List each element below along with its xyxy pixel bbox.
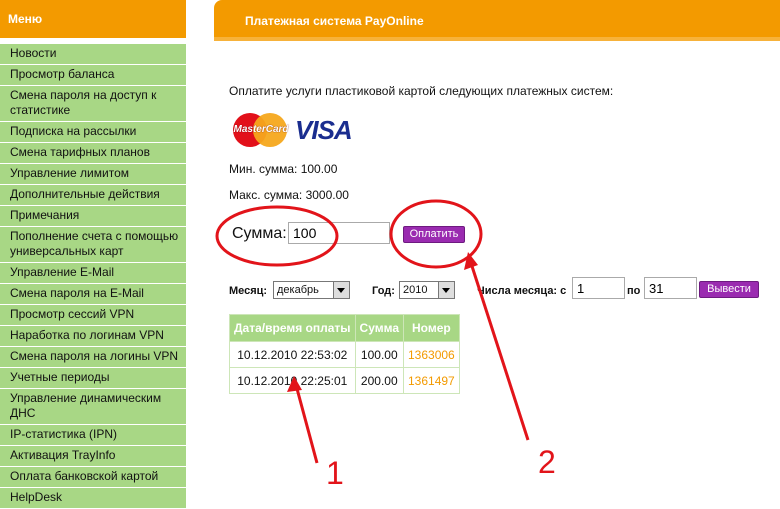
sidebar-item-notes[interactable]: Примечания (0, 206, 186, 227)
sidebar-item-email-password[interactable]: Смена пароля на E-Mail (0, 284, 186, 305)
sidebar-item-news[interactable]: Новости (0, 44, 186, 65)
annotation-label-2: 2 (538, 444, 556, 480)
column-header-datetime: Дата/время оплаты (229, 314, 356, 342)
cell-sum: 100.00 (354, 341, 405, 368)
sidebar-item-periods[interactable]: Учетные периоды (0, 368, 186, 389)
filters-row: Месяц: декабрь Год: 2010 Числа месяца: с… (229, 277, 780, 305)
sidebar-item-vpn-password[interactable]: Смена пароля на логины VPN (0, 347, 186, 368)
sidebar-item-email-management[interactable]: Управление E-Mail (0, 263, 186, 284)
cell-number: 1361497 (403, 367, 460, 394)
to-label: по (627, 285, 641, 297)
sidebar-item-tariff-plans[interactable]: Смена тарифных планов (0, 143, 186, 164)
pay-button[interactable]: Оплатить (403, 226, 465, 243)
page-header-bar: Платежная система PayOnline (214, 0, 780, 41)
sidebar-item-limit[interactable]: Управление лимитом (0, 164, 186, 185)
sidebar-item-extra-actions[interactable]: Дополнительные действия (0, 185, 186, 206)
annotation-label-1: 1 (326, 455, 344, 491)
header-underline (214, 37, 780, 41)
sidebar-item-card-payment[interactable]: Оплата банковской картой (0, 467, 186, 488)
cell-sum: 200.00 (354, 367, 405, 394)
sidebar-item-balance[interactable]: Просмотр баланса (0, 65, 186, 86)
chevron-down-icon[interactable] (333, 282, 349, 298)
day-from-input[interactable] (572, 277, 625, 299)
page-title: Платежная система PayOnline (245, 14, 424, 28)
cell-number: 1363006 (403, 341, 460, 368)
year-select-value: 2010 (403, 284, 428, 296)
show-button[interactable]: Вывести (699, 281, 759, 298)
column-header-number: Номер (403, 314, 460, 342)
min-sum-text: Мин. сумма: 100.00 (229, 162, 338, 176)
table-row: 10.12.2010 22:25:01 200.00 1361497 (229, 367, 460, 394)
sidebar-item-helpdesk[interactable]: HelpDesk (0, 488, 186, 509)
month-select[interactable]: декабрь (273, 281, 350, 299)
sidebar-item-vpn-sessions[interactable]: Просмотр сессий VPN (0, 305, 186, 326)
sidebar-menu: Новости Просмотр баланса Смена пароля на… (0, 44, 186, 509)
table-row: 10.12.2010 22:53:02 100.00 1363006 (229, 341, 460, 368)
sidebar-item-ipn-stats[interactable]: IP-статистика (IPN) (0, 425, 186, 446)
max-sum-text: Макс. сумма: 3000.00 (229, 188, 349, 202)
chevron-down-icon[interactable] (438, 282, 454, 298)
card-logos: MasterCard VISA (233, 113, 355, 147)
mastercard-logo-text: MasterCard (233, 124, 289, 135)
annotation-arrowhead-2 (464, 252, 478, 270)
sum-label: Сумма: (232, 225, 287, 242)
month-select-value: декабрь (277, 284, 319, 296)
day-to-input[interactable] (644, 277, 697, 299)
sidebar-item-vpn-usage[interactable]: Наработка по логинам VPN (0, 326, 186, 347)
year-select[interactable]: 2010 (399, 281, 455, 299)
sidebar-item-trayinfo[interactable]: Активация TrayInfo (0, 446, 186, 467)
column-header-sum: Сумма (354, 314, 405, 342)
cell-datetime: 10.12.2010 22:25:01 (229, 367, 356, 394)
sidebar-header: Меню (0, 0, 186, 38)
month-label: Месяц: (229, 285, 268, 297)
sum-input[interactable] (288, 222, 390, 244)
table-header-row: Дата/время оплаты Сумма Номер (229, 314, 460, 342)
days-label: Числа месяца: с (477, 285, 567, 297)
sidebar-item-universal-cards[interactable]: Пополнение счета с помощью универсальных… (0, 227, 186, 263)
payments-table: Дата/время оплаты Сумма Номер 10.12.2010… (229, 314, 460, 394)
intro-text: Оплатите услуги пластиковой картой следу… (229, 84, 614, 98)
sidebar-item-dynamic-dns[interactable]: Управление динамическим ДНС (0, 389, 186, 425)
sidebar-item-stats-password[interactable]: Смена пароля на доступ к статистике (0, 86, 186, 122)
annotation-arrow-1 (294, 384, 319, 464)
visa-logo: VISA (295, 115, 353, 145)
payment-number-link[interactable]: 1361497 (408, 374, 455, 388)
cell-datetime: 10.12.2010 22:53:02 (229, 341, 356, 368)
payment-number-link[interactable]: 1363006 (408, 348, 455, 362)
sidebar-item-subscriptions[interactable]: Подписка на рассылки (0, 122, 186, 143)
year-label: Год: (372, 285, 395, 297)
sidebar: Меню Новости Просмотр баланса Смена паро… (0, 0, 186, 509)
